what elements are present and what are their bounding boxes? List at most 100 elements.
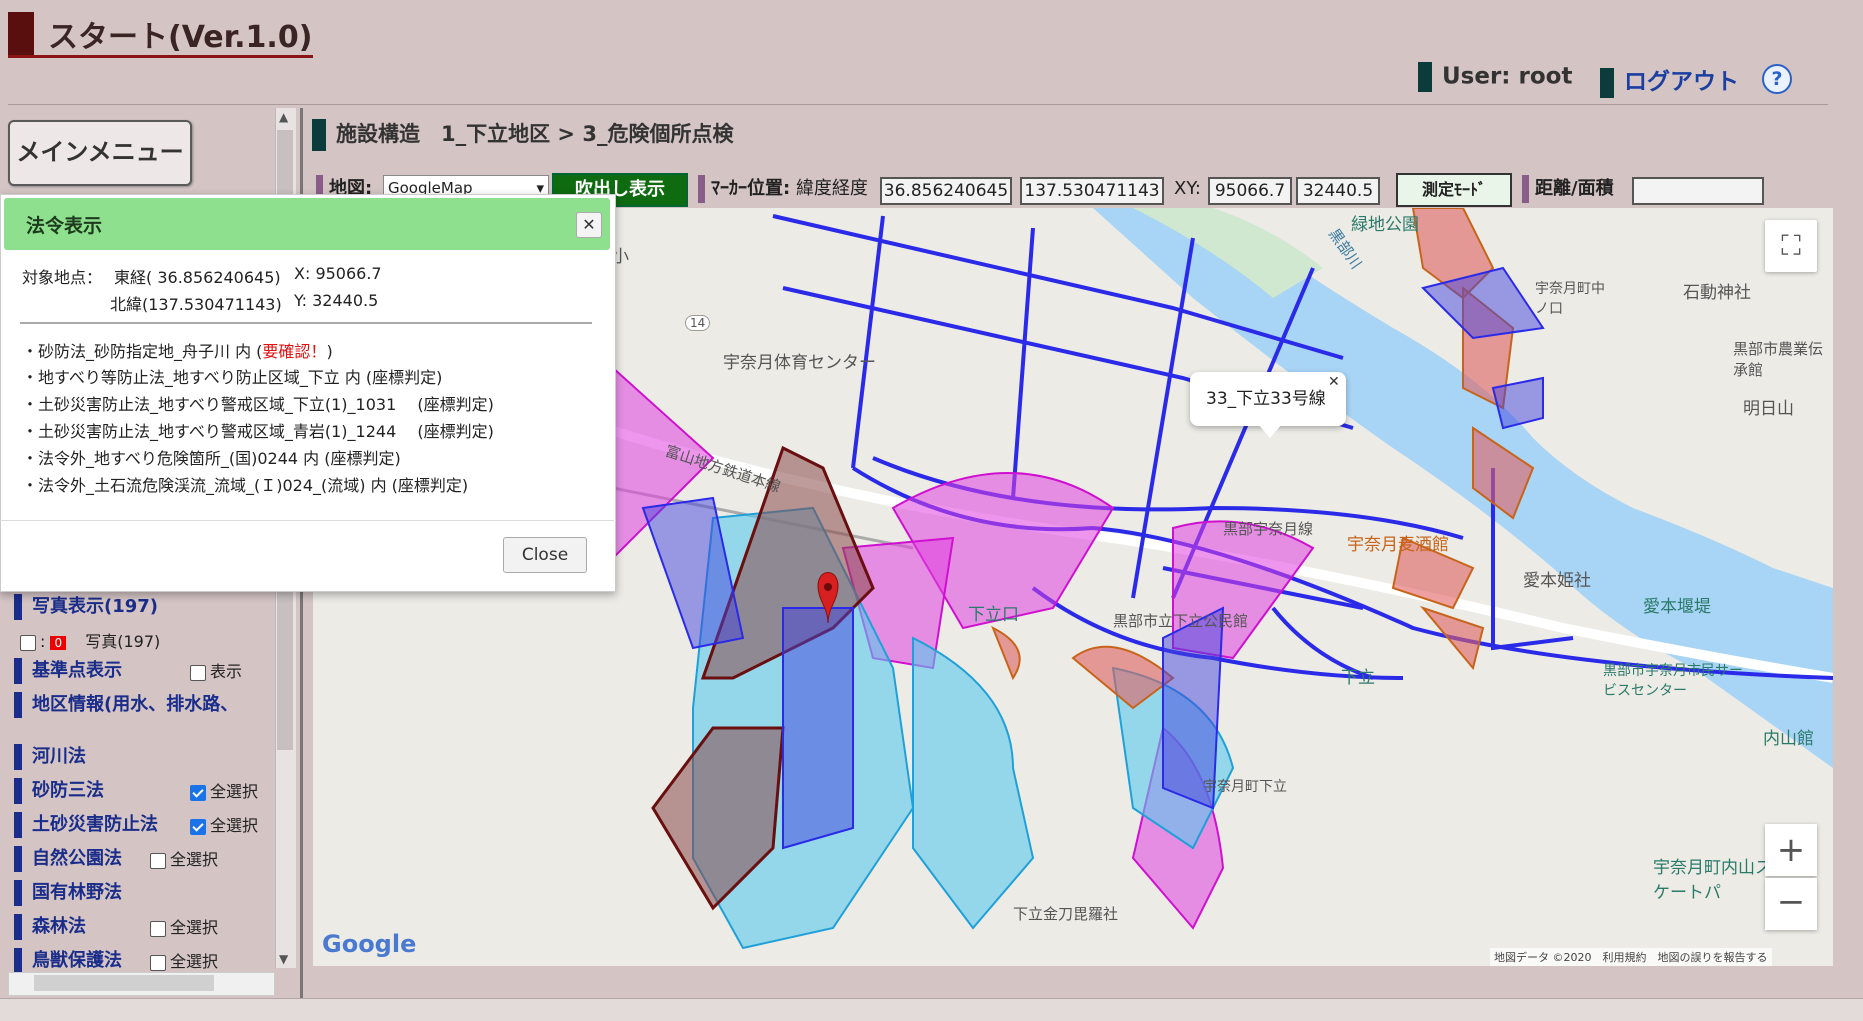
photo-checkbox[interactable] — [20, 634, 36, 651]
map-marker-dot — [824, 583, 832, 591]
sidebar-item-benchmark[interactable]: 基準点表示 — [14, 656, 122, 684]
map-label: 下立口 — [968, 605, 1019, 625]
scroll-up-icon[interactable]: ▲ — [279, 110, 288, 124]
logout-link[interactable]: ログアウト — [1600, 62, 1739, 98]
y-field[interactable]: 32440.5 — [1296, 177, 1380, 205]
breadcrumb-marker — [312, 119, 326, 151]
user-info: User: root — [1418, 62, 1572, 92]
sabo-check-label: 全選択 — [210, 782, 259, 801]
distance-label-text: 距離/面積 — [1535, 178, 1614, 199]
zoom-out-icon[interactable]: − — [1765, 878, 1817, 930]
latlng-label-text: 緯度経度 — [795, 178, 868, 199]
sidebar-item-river-law[interactable]: 河川法 — [14, 742, 86, 770]
x-field[interactable]: 95066.7 — [1208, 177, 1292, 205]
fullscreen-icon[interactable]: ⛶ — [1765, 220, 1817, 272]
logout-label[interactable]: ログアウト — [1624, 69, 1739, 95]
lat-field[interactable]: 36.856240645 — [880, 177, 1012, 205]
sabo-checkbox[interactable] — [190, 784, 206, 801]
law-line-tail: ) — [326, 342, 333, 361]
map-label: 愛本姫社 — [1523, 571, 1591, 591]
sidebar-item-label[interactable]: 地区情報(用水、排水路、 — [32, 694, 238, 715]
benchmark-toggle[interactable]: 表示 — [190, 658, 242, 682]
map-label: 下立金刀毘羅社 — [1013, 905, 1119, 923]
dialog-east: 東経( 36.856240645) — [114, 268, 281, 287]
help-icon[interactable]: ? — [1762, 64, 1792, 94]
sidebar-item-district-info[interactable]: 地区情報(用水、排水路、 — [14, 690, 238, 718]
map-label: 宇奈月体育センター — [723, 353, 876, 373]
dialog-title: 法令表示 — [26, 215, 103, 237]
sidebar-item-national-forest[interactable]: 国有林野法 — [14, 878, 122, 906]
sidebar-item-label[interactable]: 砂防三法 — [32, 780, 104, 801]
xy-label: XY: — [1174, 178, 1201, 199]
sidebar-item-label[interactable]: 森林法 — [32, 916, 86, 937]
map-label: 黒部宇奈月線 — [1223, 520, 1314, 538]
map-attribution[interactable]: 地図データ ©2020 利用規約 地図の誤りを報告する — [1490, 948, 1772, 966]
natural-park-check-label: 全選択 — [170, 850, 219, 869]
dosha-checkbox[interactable] — [190, 818, 206, 835]
sidebar-bar — [14, 658, 22, 684]
sidebar-item-label[interactable]: 基準点表示 — [32, 660, 122, 681]
toolbar-marker — [698, 175, 705, 203]
dialog-north: 北緯(137.530471143) — [110, 295, 282, 314]
map-label: 緑地公園 — [1351, 215, 1419, 235]
sidebar-item-sabo[interactable]: 砂防三法 — [14, 776, 104, 804]
sidebar-item-label[interactable]: 河川法 — [32, 746, 86, 767]
google-logo-text: Google — [322, 930, 417, 958]
sidebar-hscroll-thumb[interactable] — [34, 975, 214, 991]
law-line: ・法令外_土石流危険渓流_流域_(Ｉ)024_(流域) 内 (座標判定) — [22, 476, 469, 495]
map-label: 黒部市宇奈月市民サービスセンター — [1603, 663, 1743, 699]
sidebar-item-photo[interactable]: 写真表示(197) — [14, 592, 158, 620]
sabo-select-all[interactable]: 全選択 — [190, 778, 258, 802]
map-label: 内山館 — [1763, 729, 1814, 749]
dialog-footer-divider — [0, 520, 614, 521]
user-marker — [1418, 62, 1432, 92]
dialog-target-label: 対象地点： — [22, 268, 103, 287]
wildlife-checkbox[interactable] — [150, 954, 166, 971]
sidebar-bar — [14, 846, 22, 872]
natural-park-checkbox[interactable] — [150, 852, 166, 869]
dosha-select-all[interactable]: 全選択 — [190, 812, 258, 836]
forest-checkbox[interactable] — [150, 920, 166, 937]
benchmark-checkbox[interactable] — [190, 664, 206, 681]
map-label: 宇奈月町下立 — [1203, 779, 1287, 795]
sidebar-item-natural-park[interactable]: 自然公園法 — [14, 844, 122, 872]
logout-marker — [1600, 67, 1614, 98]
dialog-y: Y: 32440.5 — [294, 291, 379, 310]
sidebar-item-dosha[interactable]: 土砂災害防止法 — [14, 810, 158, 838]
natural-park-select-all[interactable]: 全選択 — [150, 846, 218, 870]
forest-check-label: 全選択 — [170, 918, 219, 937]
sidebar-item-forest-law[interactable]: 森林法 — [14, 912, 86, 940]
sidebar-bar — [14, 594, 22, 620]
title-underline — [8, 55, 313, 58]
map-label: 黒部市立下立公民館 — [1113, 612, 1249, 630]
distance-area-field[interactable] — [1632, 177, 1764, 205]
bottom-status-bar — [0, 998, 1863, 1021]
sidebar-item-label[interactable]: 土砂災害防止法 — [32, 814, 158, 835]
law-line: ・土砂災害防止法_地すべり警戒区域_青岩(1)_1244 (座標判定) — [22, 422, 494, 441]
dialog-close-icon[interactable]: ✕ — [576, 212, 602, 238]
app-title: スタート(Ver.1.0) — [48, 20, 313, 55]
wildlife-select-all[interactable]: 全選択 — [150, 948, 218, 972]
dialog-close-button[interactable]: Close — [503, 537, 587, 573]
main-menu-button[interactable]: メインメニュー — [8, 120, 192, 186]
scroll-down-icon[interactable]: ▼ — [279, 952, 288, 966]
title-accent-bar — [8, 12, 34, 58]
lng-field[interactable]: 137.530471143 — [1020, 177, 1164, 205]
infowindow-close-icon[interactable]: ✕ — [1328, 374, 1340, 390]
sidebar-item-label[interactable]: 鳥獣保護法 — [32, 950, 122, 971]
forest-select-all[interactable]: 全選択 — [150, 914, 218, 938]
header-divider — [8, 104, 1828, 105]
wildlife-check-label: 全選択 — [170, 952, 219, 971]
map-label: 明日山 — [1743, 399, 1794, 419]
law-line: ・砂防法_砂防指定地_舟子川 内 (要確認！) — [22, 338, 333, 362]
sidebar-item-label[interactable]: 自然公園法 — [32, 848, 122, 869]
sidebar-item-wildlife[interactable]: 鳥獣保護法 — [14, 946, 122, 974]
zoom-in-icon[interactable]: + — [1765, 824, 1817, 876]
google-logo: Google — [322, 930, 416, 958]
sidebar-item-label[interactable]: 国有林野法 — [32, 882, 122, 903]
map-label: 愛本堰堤 — [1643, 597, 1711, 617]
measure-mode-button[interactable]: 測定ﾓｰﾄﾞ — [1396, 173, 1512, 207]
map-infowindow: 33_下立33号線 — [1190, 372, 1346, 426]
sidebar-item-label[interactable]: 写真表示(197) — [32, 596, 158, 617]
map-label: 宇奈月町中ノ口 — [1535, 281, 1605, 317]
